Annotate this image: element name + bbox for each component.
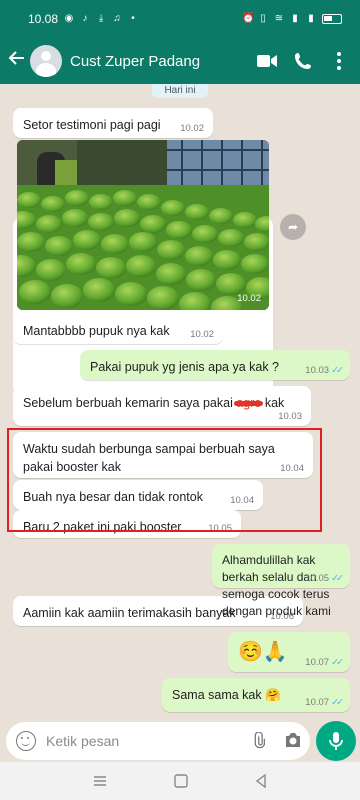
back-icon[interactable]	[255, 774, 267, 788]
message-bubble[interactable]: Sama sama kak 🤗 10.07 ✓✓	[162, 678, 350, 712]
mango-pile-image	[17, 140, 269, 310]
message-bubble[interactable]: Alhamdulillah kak berkah selalu dan semo…	[212, 544, 350, 618]
more-options-icon[interactable]	[328, 50, 350, 72]
read-receipt-icon: ✓✓	[331, 697, 344, 708]
contact-name[interactable]: Cust Zuper Padang	[70, 53, 242, 70]
vibrate-icon: ▯	[260, 13, 266, 24]
emoji-icon[interactable]	[16, 731, 36, 751]
message-time: 10.02	[180, 123, 204, 134]
message-text: Sama sama kak 🤗	[172, 688, 281, 702]
system-nav-bar	[0, 762, 360, 800]
forward-icon[interactable]: ➦	[280, 214, 306, 240]
signal-icon: ▮	[292, 13, 298, 24]
mic-icon	[329, 732, 343, 750]
message-time: 10.02	[237, 293, 261, 304]
home-icon[interactable]	[174, 774, 188, 788]
dot-icon: •	[131, 13, 135, 24]
message-bubble[interactable]: ☺️🙏 10.07 ✓✓	[228, 632, 350, 672]
back-arrow-icon[interactable]	[8, 49, 26, 73]
message-time: 10.07	[305, 697, 330, 708]
attach-icon[interactable]	[250, 731, 268, 750]
message-text-before: Sebelum berbuah kemarin saya pakai	[23, 396, 233, 410]
message-time: 10.02	[190, 329, 214, 340]
composer	[0, 718, 360, 762]
message-time: 10.07	[305, 657, 330, 668]
chat-header: Cust Zuper Padang	[0, 38, 360, 84]
message-input[interactable]	[46, 733, 236, 749]
signal-icon-2: ▮	[308, 13, 314, 24]
download-icon: ⤓	[98, 13, 104, 24]
message-text: ☺️🙏	[238, 641, 288, 663]
message-time: 10.04	[230, 495, 254, 506]
message-bubble[interactable]: Baru 2 paket ini paki booster 10.05	[13, 510, 241, 538]
messenger-icon: ◉	[64, 13, 74, 24]
tiktok-icon: ♪	[82, 13, 88, 24]
read-receipt-icon: ✓✓	[331, 573, 344, 584]
recents-icon[interactable]	[93, 775, 107, 787]
message-time: 10.03	[305, 365, 330, 376]
wifi-icon: ≋	[274, 13, 284, 24]
message-bubble[interactable]: Pakai pupuk yg jenis apa ya kak ? 10.03 ✓…	[80, 350, 350, 380]
message-bubble[interactable]: Buah nya besar dan tidak rontok 10.04	[13, 480, 263, 510]
mic-button[interactable]	[316, 721, 356, 761]
message-text: Baru 2 paket ini paki booster	[23, 520, 182, 534]
video-call-icon[interactable]	[256, 50, 278, 72]
message-time: 10.04	[280, 463, 304, 474]
avatar[interactable]	[30, 45, 62, 77]
message-text: Pakai pupuk yg jenis apa ya kak ?	[90, 360, 280, 374]
message-text-struck: agro	[236, 396, 262, 410]
read-receipt-icon: ✓✓	[331, 365, 344, 376]
message-input-pill	[6, 722, 310, 760]
date-divider: Hari ini	[152, 84, 208, 98]
message-time: 10.03	[278, 411, 302, 422]
battery-icon	[322, 14, 342, 24]
photo-attachment[interactable]: 10.02	[17, 140, 269, 310]
status-bar: 10.08 ◉ ♪ ⤓ ♫ • ⏰ ▯ ≋ ▮ ▮	[0, 0, 360, 38]
status-time: 10.08	[28, 12, 59, 26]
message-time: 10.05	[305, 573, 330, 584]
message-text-after: kak	[264, 396, 285, 410]
message-time: 10.05	[208, 523, 232, 534]
message-bubble[interactable]: Mantabbbb pupuk nya kak 10.02	[13, 314, 223, 344]
message-text: Setor testimoni pagi pagi	[23, 118, 161, 132]
message-text: Buah nya besar dan tidak rontok	[23, 490, 203, 504]
message-text: Alhamdulillah kak berkah selalu dan semo…	[222, 553, 331, 618]
voice-call-icon[interactable]	[292, 50, 314, 72]
message-bubble[interactable]: Setor testimoni pagi pagi 10.02	[13, 108, 213, 138]
message-text: Waktu sudah berbunga sampai berbuah saya…	[23, 442, 275, 474]
alarm-icon: ⏰	[242, 13, 255, 24]
read-receipt-icon: ✓✓	[331, 657, 344, 668]
message-bubble[interactable]: Waktu sudah berbunga sampai berbuah saya…	[13, 432, 313, 478]
chat-area: Hari ini Setor testimoni pagi pagi 10.02	[0, 84, 360, 718]
music-icon: ♫	[113, 13, 121, 24]
message-text: Aamiin kak aamiin terimakasih banyak	[23, 606, 236, 620]
message-bubble[interactable]: Sebelum berbuah kemarin saya pakai agro …	[13, 386, 311, 426]
message-text: Mantabbbb pupuk nya kak	[23, 324, 170, 338]
camera-icon[interactable]	[284, 732, 302, 750]
